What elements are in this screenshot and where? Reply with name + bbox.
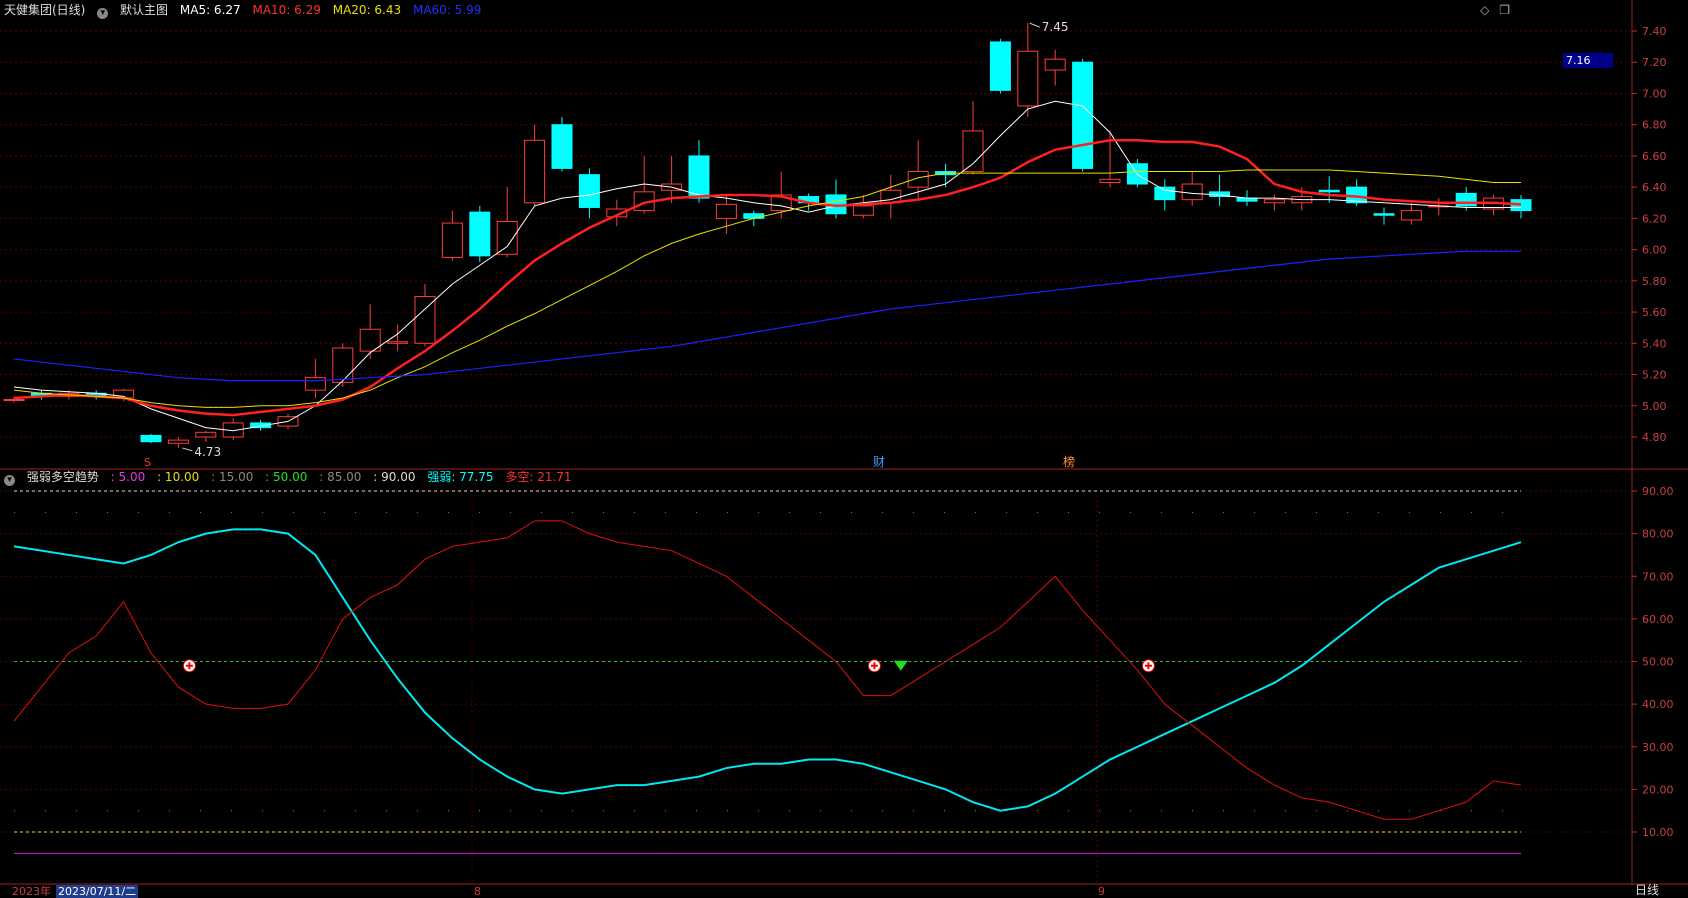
restore-window-icon[interactable]: ❐ bbox=[1499, 3, 1510, 17]
level-5: : 5.00 bbox=[110, 470, 146, 484]
candle-body bbox=[688, 155, 710, 199]
y-tick-label: 7.00 bbox=[1642, 87, 1667, 100]
y-tick-label: 5.20 bbox=[1642, 369, 1667, 382]
year-label: 2023年 bbox=[12, 885, 51, 898]
low-label: 4.73 bbox=[194, 445, 221, 459]
finance-marker: 财 bbox=[873, 455, 885, 469]
y-tick-label: 80.00 bbox=[1642, 528, 1674, 541]
candle-body bbox=[524, 139, 546, 204]
window-controls: ◇ ❐ bbox=[1474, 3, 1510, 17]
y-tick-label: 6.40 bbox=[1642, 181, 1667, 194]
main-header: 天健集团(日线) ▾ 默认主图 MA5: 6.27 MA10: 6.29 MA2… bbox=[4, 3, 489, 19]
y-tick-label: 70.00 bbox=[1642, 570, 1674, 583]
candle-body bbox=[1373, 213, 1395, 216]
y-tick-label: 10.00 bbox=[1642, 826, 1674, 839]
candle-body bbox=[195, 431, 217, 438]
ma20-label: MA20: 6.43 bbox=[332, 3, 402, 17]
level-85: : 85.00 bbox=[319, 470, 362, 484]
template-label[interactable]: 默认主图 bbox=[120, 3, 168, 17]
candle-body bbox=[304, 377, 326, 391]
candle-body bbox=[852, 205, 874, 216]
s-marker: S bbox=[144, 456, 151, 469]
candle-body bbox=[332, 347, 354, 383]
y-tick-label: 6.20 bbox=[1642, 212, 1667, 225]
candle-body bbox=[551, 124, 573, 169]
ma-line-ma10 bbox=[13, 139, 1522, 417]
candle-body bbox=[140, 434, 162, 443]
indicator-title[interactable]: 强弱多空趋势 bbox=[27, 470, 99, 484]
level-15: : 15.00 bbox=[211, 470, 254, 484]
down-arrow-marker bbox=[893, 660, 908, 671]
candle-body bbox=[387, 341, 409, 344]
candle-body bbox=[1017, 50, 1039, 107]
ma60-label: MA60: 5.99 bbox=[412, 3, 482, 17]
candle-body bbox=[578, 174, 600, 208]
y-tick-label: 7.20 bbox=[1642, 56, 1667, 69]
high-pointer bbox=[1029, 22, 1040, 28]
y-tick-label: 5.00 bbox=[1642, 400, 1667, 413]
ma10-label: MA10: 6.29 bbox=[252, 3, 321, 17]
y-tick-label: 5.80 bbox=[1642, 275, 1667, 288]
y-tick-label: 30.00 bbox=[1642, 741, 1674, 754]
candle-body bbox=[1154, 186, 1176, 201]
candle-body bbox=[962, 130, 984, 173]
y-tick-label: 60.00 bbox=[1642, 613, 1674, 626]
candle-body bbox=[1044, 58, 1066, 71]
candle-body bbox=[989, 41, 1011, 91]
rank-marker: 榜 bbox=[1063, 454, 1075, 469]
y-tick-label: 90.00 bbox=[1642, 485, 1674, 498]
candle-body bbox=[715, 203, 737, 219]
low-pointer bbox=[182, 447, 193, 452]
candle-body bbox=[441, 222, 463, 258]
candle-body bbox=[1181, 183, 1203, 201]
candle-body bbox=[743, 213, 765, 219]
y-tick-label: 7.40 bbox=[1642, 25, 1667, 38]
date-cursor: 2023/07/11/二 bbox=[56, 885, 139, 898]
y-tick-label: 5.60 bbox=[1642, 306, 1667, 319]
candle-body bbox=[496, 221, 518, 255]
candle-body bbox=[1263, 199, 1285, 204]
ma-line-ma60 bbox=[13, 250, 1521, 382]
dropdown-icon[interactable]: ▾ bbox=[97, 8, 109, 19]
y-tick-label: 6.80 bbox=[1642, 119, 1667, 132]
period-label[interactable]: 日线 bbox=[1606, 881, 1688, 898]
level-90: : 90.00 bbox=[373, 470, 416, 484]
level-10: : 10.00 bbox=[157, 470, 200, 484]
longshort-label: 多空: 21.71 bbox=[505, 470, 572, 484]
candle-body bbox=[414, 295, 436, 344]
y-tick-label: 4.80 bbox=[1642, 431, 1667, 444]
sub-header: ▾ 强弱多空趋势 : 5.00 : 10.00 : 15.00 : 50.00 … bbox=[4, 470, 580, 486]
y-tick-label: 5.40 bbox=[1642, 337, 1667, 350]
y-tick-label: 6.00 bbox=[1642, 244, 1667, 257]
strength-label: 强弱: 77.75 bbox=[427, 470, 494, 484]
y-tick-label: 6.60 bbox=[1642, 150, 1667, 163]
y-tick-label: 50.00 bbox=[1642, 656, 1674, 669]
candle-body bbox=[907, 171, 929, 188]
ma5-label: MA5: 6.27 bbox=[179, 3, 241, 17]
candle-body bbox=[469, 211, 491, 257]
dropdown-icon[interactable]: ▾ bbox=[4, 475, 15, 486]
level-50: : 50.00 bbox=[265, 470, 308, 484]
diamond-icon[interactable]: ◇ bbox=[1480, 3, 1489, 17]
candle-body bbox=[167, 439, 189, 444]
y-tick-label: 40.00 bbox=[1642, 698, 1674, 711]
candle-body bbox=[1318, 189, 1340, 193]
high-label: 7.45 bbox=[1042, 20, 1069, 34]
strength-line bbox=[13, 528, 1522, 812]
kline-chart[interactable]: 7.40 7.20 7.00 6.80 6.60 6.40 6.20 6.00 5.80 5.60… bbox=[0, 0, 1688, 898]
candle-body bbox=[1072, 61, 1094, 169]
month-sep-label: 9 bbox=[1098, 885, 1105, 898]
stock-title: 天健集团(日线) bbox=[4, 3, 86, 17]
y-tick-label: 20.00 bbox=[1642, 783, 1674, 796]
candle-body bbox=[1099, 178, 1121, 183]
current-price-tag: 7.16 bbox=[1563, 53, 1613, 68]
candle-body bbox=[3, 399, 25, 402]
candle-body bbox=[1400, 210, 1422, 221]
ma-line-ma20 bbox=[13, 169, 1521, 408]
month-aug-label: 8 bbox=[474, 885, 481, 898]
